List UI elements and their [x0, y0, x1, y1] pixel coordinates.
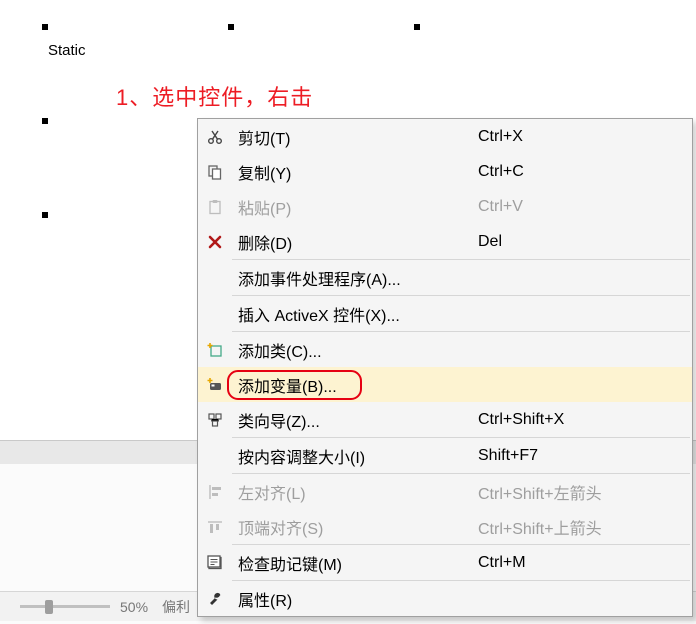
selection-handle[interactable]: [228, 24, 234, 30]
selection-handle[interactable]: [414, 24, 420, 30]
menu-item-label: 按内容调整大小(I): [232, 444, 365, 468]
menu-item-label: 顶端对齐(S): [232, 515, 323, 539]
static-control-label[interactable]: Static: [48, 42, 86, 59]
menu-item: 顶端对齐(S) Ctrl+Shift+上箭头: [198, 509, 692, 544]
menu-item[interactable]: 检查助记键(M) Ctrl+M: [198, 545, 692, 580]
menu-item-label: 插入 ActiveX 控件(X)...: [232, 302, 400, 326]
add-class-icon: [198, 342, 232, 358]
menu-item[interactable]: 类向导(Z)... Ctrl+Shift+X: [198, 402, 692, 437]
menu-item-label: 添加事件处理程序(A)...: [232, 266, 401, 290]
context-menu[interactable]: 剪切(T) Ctrl+X 复制(Y) Ctrl+C 粘贴(P) Ctrl+V 删除(D) De…: [197, 118, 693, 617]
menu-item[interactable]: 按内容调整大小(I) Shift+F7: [198, 438, 692, 473]
align-top-icon: [198, 519, 232, 535]
menu-item-label: 删除(D): [232, 230, 292, 254]
menu-item-shortcut: Ctrl+V: [478, 198, 523, 216]
menu-item-label: 检查助记键(M): [232, 551, 342, 575]
menu-item[interactable]: 添加类(C)...: [198, 332, 692, 367]
menu-item[interactable]: 添加事件处理程序(A)...: [198, 260, 692, 295]
menu-item-shortcut: Ctrl+Shift+上箭头: [478, 515, 602, 539]
menu-item[interactable]: 添加变量(B)...: [198, 367, 692, 402]
zoom-label: 偏利: [162, 597, 190, 617]
menu-item-label: 复制(Y): [232, 160, 291, 184]
menu-item-label: 添加变量(B)...: [232, 373, 337, 397]
menu-item-shortcut: Ctrl+X: [478, 128, 523, 146]
menu-item[interactable]: 删除(D) Del: [198, 224, 692, 259]
add-variable-icon: [198, 377, 232, 393]
menu-item-label: 类向导(Z)...: [232, 408, 320, 432]
class-wizard-icon: [198, 412, 232, 428]
menu-item: 左对齐(L) Ctrl+Shift+左箭头: [198, 474, 692, 509]
annotation-text: 1、选中控件，右击: [116, 80, 313, 112]
align-left-icon: [198, 484, 232, 500]
paste-icon: [198, 199, 232, 215]
cut-icon: [198, 129, 232, 145]
menu-item[interactable]: 属性(R): [198, 581, 692, 616]
menu-item-label: 剪切(T): [232, 125, 290, 149]
zoom-slider-thumb[interactable]: [45, 600, 53, 614]
properties-icon: [198, 591, 232, 607]
delete-icon: [198, 234, 232, 250]
menu-item[interactable]: 复制(Y) Ctrl+C: [198, 154, 692, 189]
zoom-slider[interactable]: [20, 605, 110, 608]
copy-icon: [198, 164, 232, 180]
menu-item-shortcut: Shift+F7: [478, 447, 538, 465]
selection-handle[interactable]: [42, 212, 48, 218]
menu-item-shortcut: Ctrl+Shift+X: [478, 411, 564, 429]
menu-item-label: 左对齐(L): [232, 480, 306, 504]
menu-item-label: 添加类(C)...: [232, 338, 322, 362]
menu-item-shortcut: Del: [478, 233, 502, 251]
menu-item[interactable]: 插入 ActiveX 控件(X)...: [198, 296, 692, 331]
selection-handle[interactable]: [42, 24, 48, 30]
menu-item-label: 粘贴(P): [232, 195, 291, 219]
selection-handle[interactable]: [42, 118, 48, 124]
menu-item: 粘贴(P) Ctrl+V: [198, 189, 692, 224]
zoom-percent: 50%: [120, 599, 148, 615]
menu-item-label: 属性(R): [232, 587, 292, 611]
check-mnemonic-icon: [198, 555, 232, 571]
menu-item-shortcut: Ctrl+Shift+左箭头: [478, 480, 602, 504]
menu-item-shortcut: Ctrl+M: [478, 554, 526, 572]
menu-item[interactable]: 剪切(T) Ctrl+X: [198, 119, 692, 154]
menu-item-shortcut: Ctrl+C: [478, 163, 524, 181]
